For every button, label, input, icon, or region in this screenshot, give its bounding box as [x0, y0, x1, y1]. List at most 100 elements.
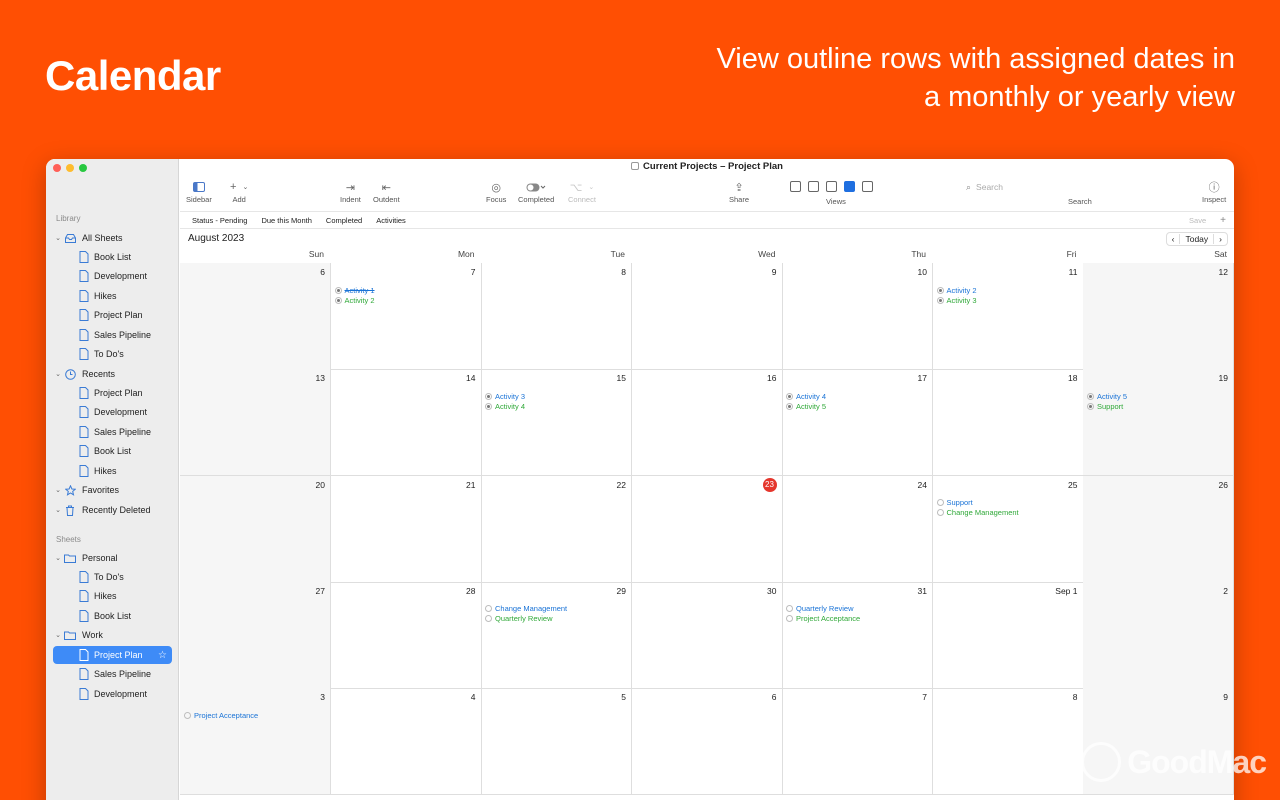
inspect-button[interactable]: ⓘ Inspect — [1202, 179, 1226, 204]
outdent-button[interactable]: ⇤ Outdent — [373, 179, 400, 205]
sidebar-group[interactable]: ⌄ Work — [53, 626, 172, 644]
status-circle-icon[interactable] — [786, 402, 793, 410]
calendar-event[interactable]: Project Acceptance — [786, 614, 860, 624]
sidebar-item[interactable]: Book List — [53, 442, 172, 460]
sidebar-group[interactable]: ⌄ All Sheets — [53, 229, 172, 247]
calendar-day-cell[interactable]: 21 — [330, 475, 482, 583]
calendar-day-cell[interactable]: 27 — [180, 581, 331, 689]
sidebar-item[interactable]: Sales Pipeline — [53, 665, 172, 683]
sidebar-item[interactable]: Sales Pipeline — [53, 423, 172, 441]
calendar-event[interactable]: Activity 4 — [786, 391, 826, 401]
sidebar-group[interactable]: ⌄ Favorites — [53, 481, 172, 499]
board-view-icon[interactable] — [826, 181, 837, 192]
calendar-day-cell[interactable]: 3 Project Acceptance — [180, 688, 331, 796]
status-circle-icon[interactable] — [485, 392, 492, 400]
calendar-event[interactable]: Activity 1 — [334, 285, 375, 295]
status-circle-icon[interactable] — [936, 499, 944, 507]
favorite-star-icon[interactable]: ☆ — [158, 650, 167, 661]
chevron-down-icon[interactable]: ⌄ — [53, 554, 63, 562]
sidebar-toggle-button[interactable]: Sidebar — [186, 179, 212, 204]
chevron-down-icon[interactable]: ⌄ — [53, 486, 63, 494]
sidebar-item[interactable]: Project Plan — [53, 306, 172, 324]
calendar-day-cell[interactable]: 8 — [481, 263, 632, 370]
close-window-button[interactable] — [53, 164, 61, 172]
sidebar-item[interactable]: Book List — [53, 607, 172, 625]
sidebar-item[interactable]: Hikes — [53, 287, 172, 305]
filter-due-this-month[interactable]: Due this Month — [261, 216, 311, 225]
status-circle-icon[interactable] — [485, 615, 492, 623]
status-circle-icon[interactable] — [936, 296, 944, 304]
filter-activities[interactable]: Activities — [376, 216, 406, 225]
sidebar-item-selected[interactable]: Project Plan ☆ — [53, 646, 172, 664]
status-circle-icon[interactable] — [1087, 392, 1094, 400]
sidebar-item[interactable]: To Do's — [53, 345, 172, 363]
calendar-day-cell[interactable]: 14 — [330, 369, 482, 477]
calendar-day-cell[interactable]: 15 Activity 3 Activity 4 — [481, 369, 632, 477]
calendar-event[interactable]: Support — [936, 498, 1019, 508]
calendar-day-cell[interactable]: 10 — [782, 263, 933, 370]
sidebar-item[interactable]: Book List — [53, 248, 172, 266]
status-circle-icon[interactable] — [485, 605, 492, 613]
calendar-day-cell[interactable]: 13 — [180, 369, 331, 477]
calendar-event[interactable]: Change Management — [936, 508, 1019, 518]
calendar-day-cell[interactable]: 16 — [631, 369, 783, 477]
save-filter-button[interactable]: Save — [1189, 216, 1206, 225]
calendar-day-cell[interactable]: 4 — [330, 688, 482, 796]
status-circle-icon[interactable] — [786, 615, 793, 623]
status-circle-icon[interactable] — [786, 392, 793, 400]
calendar-event[interactable]: Quarterly Review — [485, 614, 567, 624]
status-circle-icon[interactable] — [936, 509, 944, 517]
calendar-event[interactable]: Activity 3 — [485, 391, 525, 401]
search-input[interactable]: Search — [976, 182, 1003, 192]
next-month-button[interactable]: › — [1214, 234, 1227, 244]
sidebar-group[interactable]: ⌄ Personal — [53, 549, 172, 567]
zoom-window-button[interactable] — [79, 164, 87, 172]
add-filter-button[interactable]: + — [1220, 215, 1226, 226]
calendar-day-cell[interactable]: 12 — [1083, 263, 1234, 370]
calendar-year-view-icon[interactable] — [862, 181, 873, 192]
calendar-day-cell[interactable]: 8 — [932, 688, 1084, 796]
status-circle-icon[interactable] — [786, 605, 793, 613]
sidebar-item[interactable]: Hikes — [53, 462, 172, 480]
calendar-event[interactable]: Activity 2 — [936, 285, 977, 295]
sidebar-item[interactable]: Hikes — [53, 587, 172, 605]
indent-button[interactable]: ⇥ Indent — [340, 179, 361, 205]
calendar-event[interactable]: Change Management — [485, 604, 567, 614]
calendar-day-cell[interactable]: 17 Activity 4 Activity 5 — [782, 369, 933, 477]
status-circle-icon[interactable] — [334, 286, 342, 294]
completed-button[interactable]: Completed — [518, 179, 554, 204]
calendar-event[interactable]: Activity 4 — [485, 401, 525, 411]
status-circle-icon[interactable] — [936, 286, 944, 294]
sidebar-group[interactable]: ⌄ Recents — [53, 365, 172, 383]
previous-month-button[interactable]: ‹ — [1167, 234, 1180, 244]
calendar-event[interactable]: Support — [1087, 401, 1127, 411]
sidebar-item[interactable]: Development — [53, 267, 172, 285]
add-button[interactable]: + ⌄ Add — [230, 179, 248, 204]
calendar-day-cell[interactable]: 24 — [782, 475, 933, 583]
minimize-window-button[interactable] — [66, 164, 74, 172]
calendar-day-cell[interactable]: 26 — [1083, 475, 1234, 583]
status-circle-icon[interactable] — [485, 402, 492, 410]
connect-button[interactable]: ⌥ ⌄ Connect — [568, 179, 596, 205]
outline-view-icon[interactable] — [808, 181, 819, 192]
calendar-day-cell[interactable]: 30 — [631, 581, 783, 689]
calendar-event[interactable]: Activity 2 — [334, 295, 375, 305]
calendar-day-cell[interactable]: 11 Activity 2 Activity 3 — [932, 263, 1084, 370]
chevron-down-icon[interactable]: ⌄ — [53, 370, 63, 378]
sidebar-group[interactable]: ⌄ Recently Deleted — [53, 501, 172, 519]
calendar-day-cell[interactable]: 20 — [180, 475, 331, 583]
filter-status-pending[interactable]: Status - Pending — [192, 216, 247, 225]
calendar-day-cell[interactable]: 2 — [1083, 581, 1234, 689]
chevron-down-icon[interactable]: ⌄ — [53, 234, 63, 242]
sidebar-item[interactable]: Sales Pipeline — [53, 326, 172, 344]
calendar-day-cell[interactable]: 9 — [631, 263, 783, 370]
calendar-event[interactable]: Activity 5 — [786, 401, 826, 411]
calendar-day-cell[interactable]: Sep 1 — [932, 581, 1084, 689]
calendar-event[interactable]: Project Acceptance — [184, 710, 258, 720]
search-field[interactable]: ⌕ Search — [966, 179, 1194, 195]
focus-button[interactable]: ◎ Focus — [486, 179, 506, 205]
status-circle-icon[interactable] — [334, 296, 342, 304]
calendar-day-cell[interactable]: 7 — [782, 688, 933, 796]
calendar-day-cell[interactable]: 28 — [330, 581, 482, 689]
calendar-day-cell[interactable]: 6 — [180, 263, 331, 370]
